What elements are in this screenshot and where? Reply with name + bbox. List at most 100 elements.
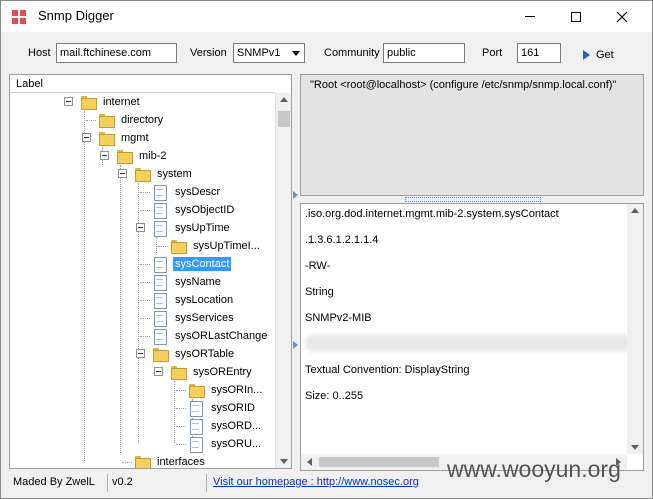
detail-vertical-scrollbar[interactable]: [627, 204, 643, 454]
splitter-arrow-icon[interactable]: [293, 191, 298, 199]
get-button[interactable]: Get: [583, 46, 614, 64]
maximize-icon: [571, 11, 581, 22]
splitter-grip[interactable]: [405, 197, 541, 202]
document-icon: [152, 203, 168, 219]
expand-collapse-toggle[interactable]: [100, 151, 109, 160]
tree-connector: [176, 408, 186, 409]
tree-node-sysortable[interactable]: sysORTable: [152, 345, 236, 363]
oid-detail-pane: .iso.org.dod.internet.mgmt.mib-2.system.…: [300, 203, 644, 471]
tree-guide-line: [120, 165, 121, 453]
tree-node-mgmt[interactable]: mgmt: [98, 129, 151, 147]
expand-collapse-toggle[interactable]: [154, 367, 163, 376]
tree-node-sysoru[interactable]: sysORU...: [188, 435, 263, 453]
expand-collapse-toggle[interactable]: [136, 223, 145, 232]
splitter-arrow-icon[interactable]: [293, 341, 298, 349]
document-icon: [152, 329, 168, 345]
tree-node-syslocation[interactable]: sysLocation: [152, 291, 235, 309]
version-select[interactable]: SNMPv1: [233, 43, 305, 63]
pane-splitter[interactable]: [300, 196, 644, 203]
document-icon: [188, 419, 204, 435]
expand-collapse-toggle[interactable]: [82, 133, 91, 142]
scroll-left-icon[interactable]: [307, 458, 312, 466]
tree-node-sysdescr[interactable]: sysDescr: [152, 183, 222, 201]
maximize-button[interactable]: [553, 1, 599, 32]
oid-access: -RW-: [305, 260, 331, 272]
minimize-button[interactable]: [507, 1, 553, 32]
scroll-up-icon[interactable]: [280, 97, 288, 102]
tree-node-label: sysDescr: [175, 186, 221, 198]
folder-icon: [152, 347, 169, 362]
tree-node-interfaces[interactable]: interfaces: [134, 453, 207, 468]
tree-node-internet[interactable]: internet: [80, 93, 142, 111]
homepage-link[interactable]: Visit our homepage : http://www.nosec.or…: [213, 476, 419, 488]
document-icon: [152, 293, 168, 309]
get-label: Get: [596, 49, 614, 61]
tree-guide-line: [174, 381, 175, 443]
tree-node-syscontact[interactable]: sysContact: [152, 255, 232, 273]
tree-node-system[interactable]: system: [134, 165, 194, 183]
title-bar[interactable]: Snmp Digger: [1, 1, 652, 32]
status-version: v0.2: [112, 476, 133, 488]
port-input[interactable]: 161: [517, 43, 561, 63]
tree-node-label: sysUpTime: [175, 222, 230, 234]
tree-node-label: interfaces: [157, 456, 205, 468]
folder-icon: [134, 167, 151, 182]
expand-collapse-toggle[interactable]: [118, 169, 127, 178]
community-label: Community: [324, 47, 380, 59]
expand-collapse-toggle[interactable]: [64, 97, 73, 106]
tree-node-sysuptime[interactable]: sysUpTime: [152, 219, 232, 237]
play-icon: [583, 50, 590, 60]
tree-vertical-scrollbar[interactable]: [275, 93, 291, 468]
tree-column-header[interactable]: Label: [10, 75, 275, 93]
expand-collapse-toggle[interactable]: [136, 349, 145, 358]
tree-connector: [140, 192, 150, 193]
tree-node-sysorlastchange[interactable]: sysORLastChange: [152, 327, 269, 345]
tree-node-sysservices[interactable]: sysServices: [152, 309, 236, 327]
tree-node-label: sysObjectID: [175, 204, 235, 216]
community-input[interactable]: public: [383, 43, 465, 63]
tree-scroll-thumb[interactable]: [278, 111, 290, 127]
tree-node-sysname[interactable]: sysName: [152, 273, 223, 291]
document-icon: [152, 311, 168, 327]
tree-guide-line: [84, 111, 85, 461]
close-button[interactable]: [599, 1, 645, 32]
tree-node-directory[interactable]: directory: [98, 111, 165, 129]
folder-icon: [98, 131, 115, 146]
folder-icon: [170, 365, 187, 380]
minimize-icon: [525, 16, 535, 17]
tree-node-label: internet: [103, 96, 140, 108]
tree-node-sysuptimei[interactable]: sysUpTimeI...: [170, 237, 262, 255]
textual-convention: Textual Convention: DisplayString: [305, 364, 470, 376]
document-icon: [188, 401, 204, 417]
folder-icon: [170, 239, 187, 254]
folder-icon: [134, 455, 151, 468]
scroll-down-icon[interactable]: [631, 445, 639, 450]
tree-node-label: sysORLastChange: [175, 330, 268, 342]
tree-guide-line: [156, 237, 157, 253]
tree-node-label: sysName: [175, 276, 221, 288]
tree-node-label: sysLocation: [175, 294, 234, 306]
scroll-up-icon[interactable]: [631, 208, 639, 213]
folder-icon: [116, 149, 133, 164]
mib-tree[interactable]: internet directory mgmt mib-2 system sysDescr…: [10, 93, 275, 468]
tree-node-label: mib-2: [139, 150, 167, 162]
tree-node-label: sysUpTimeI...: [193, 240, 260, 252]
tree-connector: [176, 390, 186, 391]
redacted-text: [305, 334, 631, 352]
detail-hscroll-thumb[interactable]: [319, 457, 439, 467]
tree-node-label: sysOREntry: [193, 366, 252, 378]
folder-icon: [188, 383, 205, 398]
tree-node-sysorentry[interactable]: sysOREntry: [170, 363, 254, 381]
tree-connector: [176, 444, 186, 445]
tree-node-sysorid[interactable]: sysORID: [188, 399, 257, 417]
host-input[interactable]: mail.ftchinese.com: [56, 43, 177, 63]
tree-node-sysord[interactable]: sysORD...: [188, 417, 263, 435]
tree-node-sysorin[interactable]: sysORIn...: [188, 381, 264, 399]
tree-node-sysobjectid[interactable]: sysObjectID: [152, 201, 236, 219]
status-divider: [206, 474, 207, 492]
tree-node-mib-2[interactable]: mib-2: [116, 147, 169, 165]
tree-connector: [140, 264, 150, 265]
tree-connector: [140, 282, 150, 283]
scroll-down-icon[interactable]: [280, 459, 288, 464]
tree-node-label: sysORIn...: [211, 384, 263, 396]
